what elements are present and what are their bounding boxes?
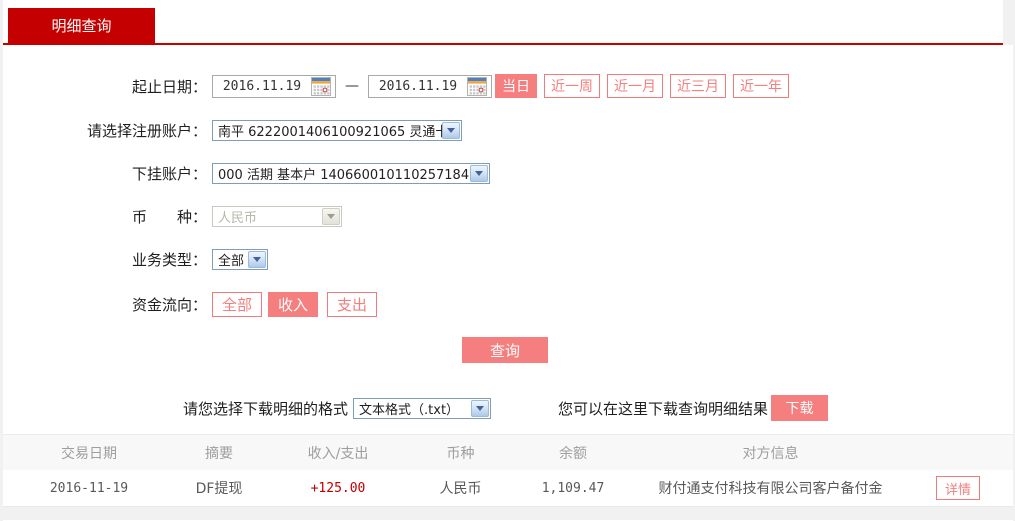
currency-label: 币 种： <box>3 206 207 227</box>
chevron-down-icon <box>322 208 340 225</box>
currency-value: 人民币 <box>218 207 257 226</box>
query-button[interactable]: 查询 <box>462 337 548 363</box>
end-date-input[interactable] <box>369 77 467 96</box>
quick-range-year-button[interactable]: 近一年 <box>733 74 789 98</box>
fund-flow-income-button[interactable]: 收入 <box>268 292 318 317</box>
footer-strip <box>3 507 1013 520</box>
cell-summary: DF提现 <box>175 478 263 498</box>
download-hint: 您可以在这里下载查询明细结果 <box>558 398 768 419</box>
business-type-value: 全部 <box>218 250 244 269</box>
download-format-value: 文本格式（.txt） <box>359 399 459 418</box>
business-type-label: 业务类型： <box>3 249 207 270</box>
business-type-select[interactable]: 全部 <box>212 249 268 270</box>
main-panel: 明细查询 起止日期： <box>3 0 1013 521</box>
header-summary: 摘要 <box>175 443 263 463</box>
header-balance: 余额 <box>508 443 638 463</box>
download-button[interactable]: 下载 <box>771 395 828 421</box>
calendar-icon[interactable] <box>467 77 487 96</box>
calendar-icon[interactable] <box>311 77 331 96</box>
tabbar-corner <box>1003 0 1013 45</box>
tab-bar: 明细查询 <box>3 0 1003 45</box>
download-format-select[interactable]: 文本格式（.txt） <box>353 398 491 419</box>
header-currency: 币种 <box>413 443 508 463</box>
download-format-label: 请您选择下载明细的格式 <box>183 398 348 419</box>
end-date-field <box>368 75 492 98</box>
table-row: 2016-11-19 DF提现 +125.00 人民币 1,109.47 财付通… <box>3 470 1013 507</box>
header-trade-date: 交易日期 <box>3 443 175 463</box>
quick-range-today-button[interactable]: 当日 <box>495 74 537 98</box>
quick-range-month-button[interactable]: 近一月 <box>607 74 663 98</box>
header-counterparty: 对方信息 <box>638 443 903 463</box>
register-account-select[interactable]: 南平 6222001406100921065 灵通卡 <box>212 120 462 141</box>
cell-counterparty: 财付通支付科技有限公司客户备付金 <box>638 478 903 498</box>
chevron-down-icon[interactable] <box>470 165 488 182</box>
business-type-row: 业务类型： 全部 <box>3 249 1013 270</box>
sub-account-label: 下挂账户： <box>3 163 207 184</box>
detail-button[interactable]: 详情 <box>936 476 980 500</box>
query-button-row: 查询 <box>3 337 1013 363</box>
register-account-row: 请选择注册账户： 南平 6222001406100921065 灵通卡 <box>3 120 1013 141</box>
date-range-row: 起止日期： — <box>3 74 1013 98</box>
sub-account-select[interactable]: 000 活期 基本户 1406600101102571848 <box>212 163 490 184</box>
date-range-label: 起止日期： <box>3 76 207 97</box>
cell-currency: 人民币 <box>413 478 508 498</box>
query-form: 起止日期： — <box>3 45 1013 421</box>
date-separator: — <box>345 78 359 94</box>
results-table: 交易日期 摘要 收入/支出 币种 余额 对方信息 2016-11-19 DF提现… <box>3 434 1013 520</box>
fund-flow-row: 资金流向： 全部 收入 支出 <box>3 292 1013 317</box>
register-account-label: 请选择注册账户： <box>3 120 207 141</box>
header-income-expense: 收入/支出 <box>263 443 413 463</box>
register-account-value: 南平 6222001406100921065 灵通卡 <box>218 121 442 140</box>
start-date-field <box>212 75 336 98</box>
table-header-row: 交易日期 摘要 收入/支出 币种 余额 对方信息 <box>3 434 1013 470</box>
fund-flow-expense-button[interactable]: 支出 <box>327 292 377 317</box>
chevron-down-icon[interactable] <box>248 251 266 268</box>
currency-select: 人民币 <box>212 206 342 227</box>
tab-detail-query[interactable]: 明细查询 <box>8 8 155 43</box>
quick-range-3months-button[interactable]: 近三月 <box>670 74 726 98</box>
download-row: 请您选择下载明细的格式 文本格式（.txt） 您可以在这里下载查询明细结果 下载 <box>183 395 1013 421</box>
quick-range-week-button[interactable]: 近一周 <box>544 74 600 98</box>
chevron-down-icon[interactable] <box>442 122 460 139</box>
start-date-input[interactable] <box>213 77 311 96</box>
fund-flow-all-button[interactable]: 全部 <box>212 292 262 317</box>
cell-balance: 1,109.47 <box>508 481 638 496</box>
sub-account-value: 000 活期 基本户 1406600101102571848 <box>218 164 470 183</box>
cell-trade-date: 2016-11-19 <box>3 481 175 496</box>
cell-amount: +125.00 <box>263 481 413 496</box>
sub-account-row: 下挂账户： 000 活期 基本户 1406600101102571848 <box>3 163 1013 184</box>
fund-flow-label: 资金流向： <box>3 294 207 315</box>
currency-row: 币 种： 人民币 <box>3 206 1013 227</box>
chevron-down-icon[interactable] <box>471 400 489 417</box>
